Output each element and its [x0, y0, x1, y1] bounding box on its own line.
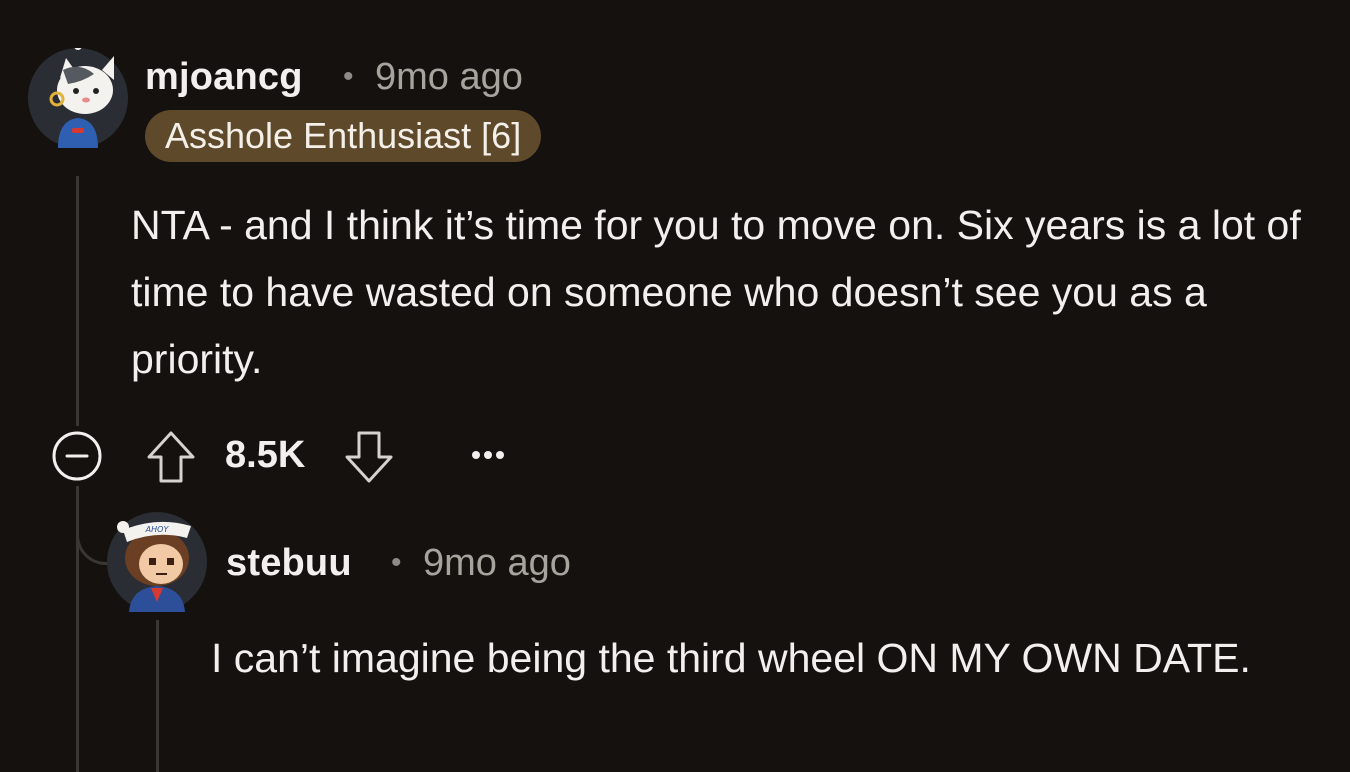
comment-body: NTA - and I think it’s time for you to m…: [131, 202, 1301, 382]
collapse-minus-icon[interactable]: [52, 431, 102, 481]
vote-count: 8.5K: [225, 434, 306, 476]
hat-text: AHOY: [145, 525, 170, 534]
more-ellipsis-icon[interactable]: [468, 440, 508, 470]
reply-username[interactable]: stebuu: [226, 542, 352, 585]
comment-timestamp[interactable]: 9mo ago: [375, 56, 523, 99]
comment-action-bar: 8.5K: [50, 428, 550, 488]
reply-timestamp[interactable]: 9mo ago: [423, 542, 571, 585]
meta-separator: •: [343, 60, 354, 93]
reply-thread-line[interactable]: [156, 620, 159, 772]
cat-avatar-icon[interactable]: [28, 42, 128, 148]
sailor-avatar-icon[interactable]: AHOY: [107, 512, 207, 612]
comment-username[interactable]: mjoancg: [145, 56, 303, 99]
user-flair: Asshole Enthusiast [6]: [145, 110, 542, 162]
comment-thread: mjoancg • 9mo ago Asshole Enthusiast [6]…: [0, 0, 1350, 772]
reply-body: I can’t imagine being the third wheel ON…: [211, 635, 1251, 681]
downvote-arrow-icon[interactable]: [344, 430, 394, 484]
upvote-arrow-icon[interactable]: [146, 430, 196, 484]
meta-separator: •: [391, 546, 402, 579]
thread-line[interactable]: [76, 176, 79, 426]
